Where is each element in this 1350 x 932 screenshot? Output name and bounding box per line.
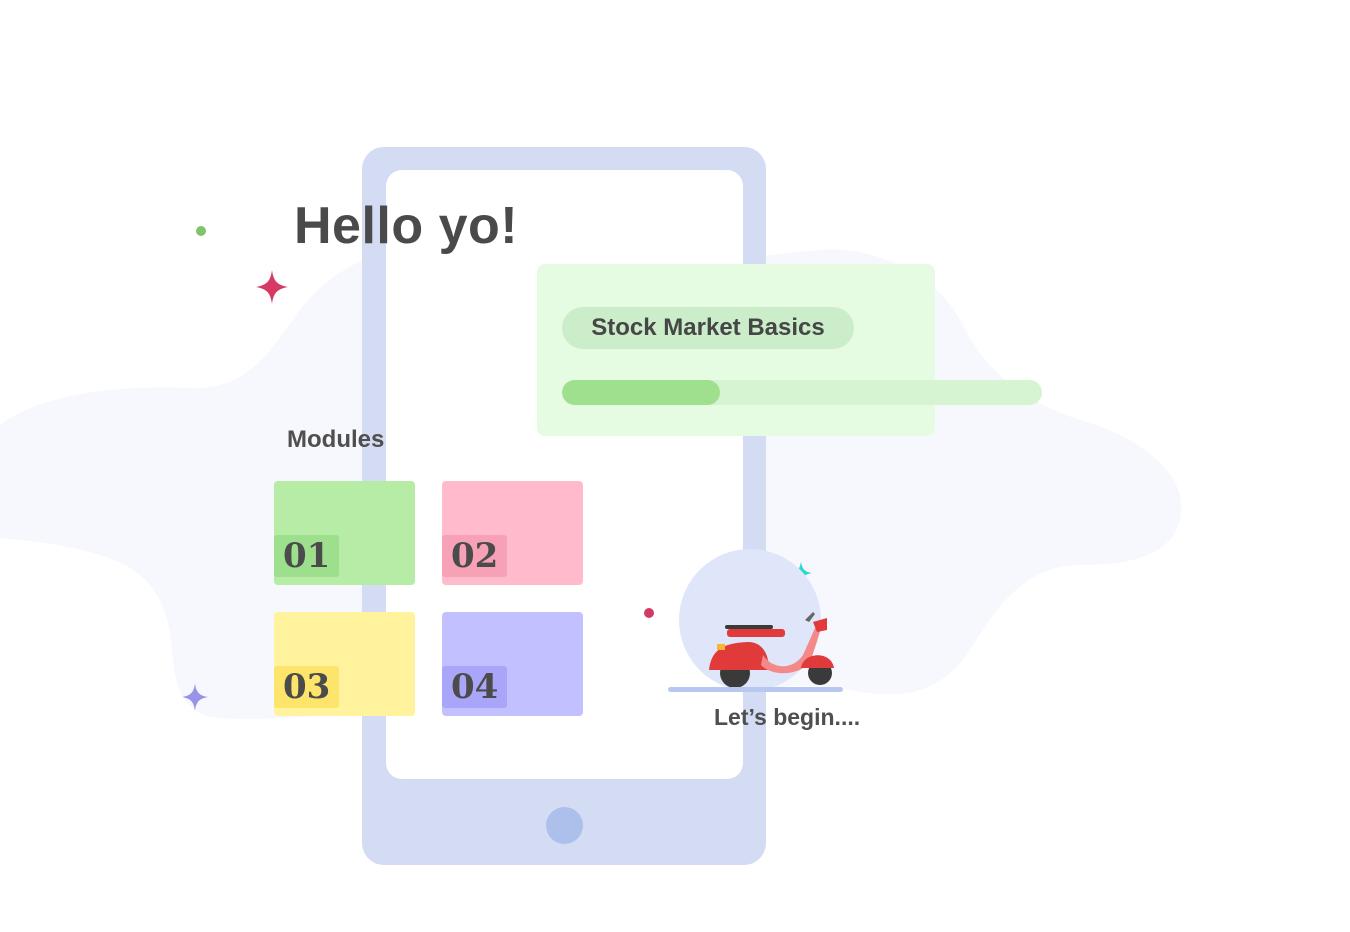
modules-heading: Modules [287, 426, 385, 453]
sparkle-icon [182, 683, 208, 711]
module-number: 01 [274, 535, 340, 577]
module-number: 03 [274, 666, 340, 708]
greeting-title: Hello yo! [294, 197, 519, 255]
course-progress-fill [562, 380, 721, 405]
ground-line [668, 687, 843, 692]
course-title[interactable]: Stock Market Basics [562, 307, 854, 349]
module-tile-02[interactable]: 02 [442, 481, 583, 585]
module-number: 04 [442, 666, 508, 708]
phone-home-button [546, 807, 583, 844]
course-progress-bar [562, 380, 1042, 405]
sparkle-icon [256, 270, 288, 304]
module-number: 02 [442, 535, 508, 577]
module-tile-01[interactable]: 01 [274, 481, 415, 585]
module-tile-03[interactable]: 03 [274, 612, 415, 716]
module-tile-04[interactable]: 04 [442, 612, 583, 716]
red-dot [644, 608, 654, 618]
scooter-icon[interactable] [703, 610, 838, 690]
green-dot [196, 226, 206, 236]
begin-label[interactable]: Let’s begin.... [714, 704, 860, 731]
course-card[interactable] [537, 264, 935, 436]
